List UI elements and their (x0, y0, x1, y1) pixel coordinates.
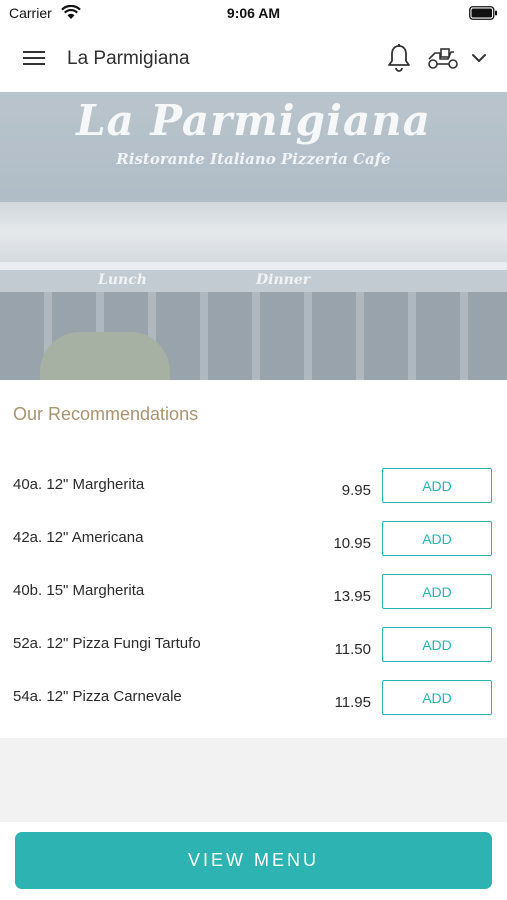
add-button[interactable]: ADD (382, 521, 492, 556)
bell-icon[interactable] (385, 43, 413, 73)
status-bar: Carrier 9:06 AM (0, 0, 507, 26)
recommendations-title: Our Recommendations (13, 404, 199, 424)
recommendations-section: Our Recommendations 40a. 12" Margherita … (0, 380, 507, 738)
view-menu-button[interactable]: VIEW MENU (15, 832, 492, 889)
item-name: 52a. 12" Pizza Fungi Tartufo (13, 635, 201, 652)
clock: 9:06 AM (226, 5, 281, 21)
add-button[interactable]: ADD (382, 468, 492, 503)
item-price: 9.95 (341, 482, 371, 499)
restaurant-hero-image: La Parmigiana Ristorante Italiano Pizzer… (0, 92, 507, 380)
item-price: 10.95 (333, 535, 371, 552)
hamburger-menu-icon[interactable] (20, 46, 48, 70)
item-price: 13.95 (333, 588, 371, 605)
bottom-bar: VIEW MENU (0, 822, 507, 900)
list-item: 40a. 12" Margherita 9.95 ADD (0, 468, 507, 521)
hero-overlay (0, 92, 507, 380)
item-name: 40b. 15" Margherita (13, 582, 145, 599)
list-item: 52a. 12" Pizza Fungi Tartufo 11.50 ADD (0, 627, 507, 680)
app-header: La Parmigiana (0, 26, 507, 92)
list-item: 40b. 15" Margherita 13.95 ADD (0, 574, 507, 627)
item-name: 54a. 12" Pizza Carnevale (13, 688, 182, 705)
add-button[interactable]: ADD (382, 627, 492, 662)
item-name: 40a. 12" Margherita (13, 476, 145, 493)
item-price: 11.95 (334, 694, 371, 711)
add-button[interactable]: ADD (382, 680, 492, 715)
battery-icon (469, 6, 498, 23)
list-item: 42a. 12" Americana 10.95 ADD (0, 521, 507, 574)
add-button[interactable]: ADD (382, 574, 492, 609)
chevron-down-icon[interactable] (469, 50, 489, 66)
delivery-scooter-icon[interactable] (426, 46, 460, 70)
item-name: 42a. 12" Americana (13, 529, 144, 546)
list-item: 54a. 12" Pizza Carnevale 11.95 ADD (0, 680, 507, 733)
page-title: La Parmigiana (67, 48, 190, 69)
item-price: 11.50 (334, 641, 371, 658)
